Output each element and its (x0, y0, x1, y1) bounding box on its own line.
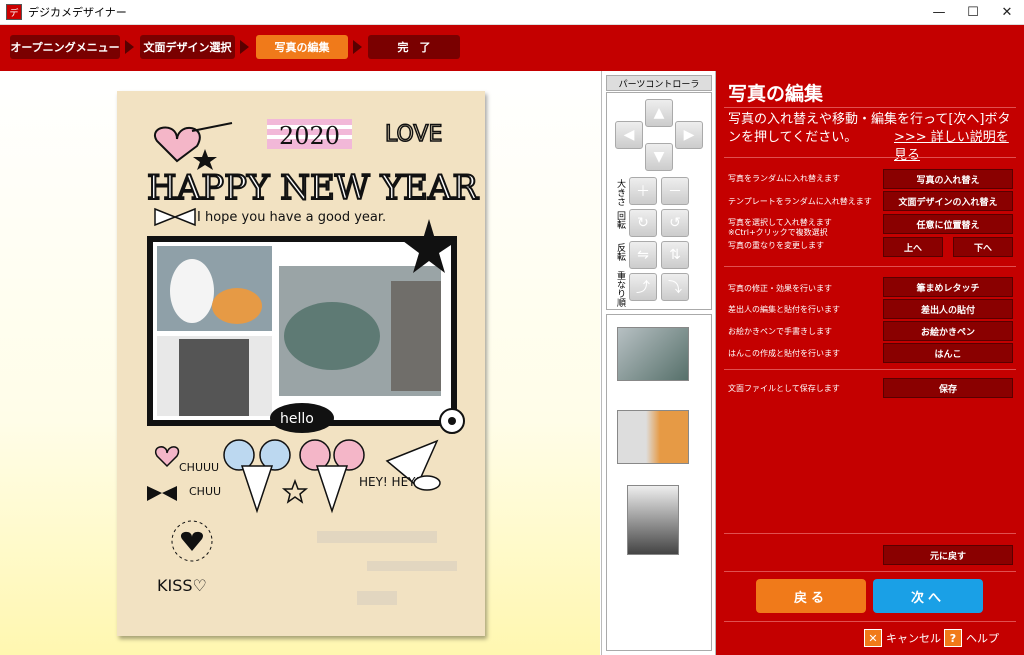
divider (724, 533, 1016, 534)
shrink-icon[interactable]: － (661, 177, 689, 205)
step-arrow-icon (240, 40, 249, 54)
bow-icon (147, 486, 177, 501)
divider (724, 157, 1016, 158)
flip-horizontal-icon[interactable]: ⇋ (629, 241, 657, 269)
bring-forward-icon[interactable]: ⤴ (629, 273, 657, 301)
help-label: ヘルプ (966, 632, 999, 645)
step-bar: オープニングメニュー 文面デザイン選択 写真の編集 完 了 (0, 25, 1024, 71)
arrow-icon (191, 122, 233, 132)
next-button[interactable]: 次へ (873, 579, 983, 613)
title-bar: デ デジカメデザイナー — ☐ ✕ (0, 0, 1024, 25)
row-label-save: 文面ファイルとして保存します (728, 384, 840, 393)
card-artwork: 2020 LOVE HAPPY NEW YEAR I hope you have… (146, 119, 480, 605)
parts-controller-title: パーツコントローラ (606, 75, 712, 91)
divider (724, 266, 1016, 267)
love-text: LOVE (385, 122, 442, 147)
cancel-label: キャンセル (886, 632, 941, 645)
chuuu-text-2: CHUU (189, 485, 221, 498)
new-year-card[interactable]: 2020 LOVE HAPPY NEW YEAR I hope you have… (117, 91, 485, 636)
happy-new-year-text: HAPPY NEW YEAR (147, 168, 479, 208)
help-icon: ? (944, 629, 962, 647)
cancel-link[interactable]: ✕ キャンセル (864, 629, 941, 647)
row-label-pen: お絵かきペンで手書きします (728, 327, 832, 336)
parts-controls: ▲ ◀ ▶ ▼ 大きさ ＋ － 回転 ↻ ↺ 反転 ⇋ ⇅ 重なり順 ⤴ ⤵ (606, 92, 712, 310)
move-left-icon[interactable]: ◀ (615, 121, 643, 149)
swap-design-button[interactable]: 文面デザインの入れ替え (883, 191, 1013, 211)
step-photo-edit[interactable]: 写真の編集 (256, 35, 348, 59)
kiss-text: KISS♡ (157, 576, 207, 595)
panel-description: 写真の入れ替えや移動・編集を行って[次へ]ボタンを押してください。 >>> 詳し… (728, 111, 1020, 163)
lips-icon (413, 475, 441, 491)
step-complete[interactable]: 完 了 (368, 35, 460, 59)
size-label: 大きさ (615, 179, 625, 206)
row-label-random-photos: 写真をランダムに入れ替えます (728, 174, 840, 183)
divider (724, 107, 1016, 108)
chuuu-text-1: CHUUU (179, 461, 219, 474)
help-detail-link[interactable]: >>> 詳しい説明を見る (894, 129, 1020, 165)
move-up-icon[interactable]: ▲ (645, 99, 673, 127)
order-label: 重なり順 (615, 271, 625, 307)
heart-icon (154, 126, 201, 163)
move-right-icon[interactable]: ▶ (675, 121, 703, 149)
flip-label: 反転 (615, 243, 625, 261)
row-label-sender: 差出人の編集と貼付を行います (728, 305, 840, 314)
design-canvas: 2020 LOVE HAPPY NEW YEAR I hope you have… (0, 71, 600, 655)
step-arrow-icon (353, 40, 362, 54)
window-title: デジカメデザイナー (28, 6, 127, 19)
back-button[interactable]: 戻る (756, 579, 866, 613)
row-label-stamp: はんこの作成と貼付を行います (728, 349, 840, 358)
row-label-random-template: テンプレートをランダムに入れ替えます (728, 197, 872, 206)
parts-controller-panel: パーツコントローラ ▲ ◀ ▶ ▼ 大きさ ＋ － 回転 ↻ ↺ 反転 ⇋ ⇅ … (601, 71, 716, 655)
rotate-left-icon[interactable]: ↺ (661, 209, 689, 237)
swap-photos-button[interactable]: 写真の入れ替え (883, 169, 1013, 189)
step-opening-menu[interactable]: オープニングメニュー (10, 35, 120, 59)
rotate-label: 回転 (615, 211, 625, 229)
row-label-select-swap: 写真を選択して入れ替えます (728, 218, 832, 227)
minimize-button[interactable]: — (922, 0, 956, 24)
star-icon (193, 149, 217, 170)
divider (724, 621, 1016, 622)
move-down-icon[interactable]: ▼ (645, 143, 673, 171)
row-label-retouch: 写真の修正・効果を行います (728, 284, 832, 293)
layer-up-button[interactable]: 上へ (883, 237, 943, 257)
small-heart-icon (154, 446, 180, 468)
ribbon-icon (154, 207, 196, 227)
maximize-button[interactable]: ☐ (956, 0, 990, 24)
row-label-select-swap-note: ※Ctrl+クリックで複数選択 (728, 228, 828, 237)
hello-text: hello (280, 411, 314, 427)
step-design-select[interactable]: 文面デザイン選択 (140, 35, 235, 59)
app-icon: デ (6, 4, 22, 20)
step-arrow-icon (125, 40, 134, 54)
layer-down-button[interactable]: 下へ (953, 237, 1013, 257)
save-button[interactable]: 保存 (883, 378, 1013, 398)
photo-thumbnail-list (606, 314, 712, 651)
panel-title: 写真の編集 (728, 83, 824, 105)
drawing-pen-button[interactable]: お絵かきペン (883, 321, 1013, 341)
edit-side-panel: 写真の編集 写真の入れ替えや移動・編集を行って[次へ]ボタンを押してください。 … (716, 71, 1024, 655)
divider (724, 369, 1016, 370)
thumbnail-photo-2[interactable] (617, 410, 689, 464)
rotate-right-icon[interactable]: ↻ (629, 209, 657, 237)
thumbnail-photo-3[interactable] (627, 485, 679, 555)
send-backward-icon[interactable]: ⤵ (661, 273, 689, 301)
help-link[interactable]: ? ヘルプ (944, 629, 999, 647)
stamp-button[interactable]: はんこ (883, 343, 1013, 363)
close-button[interactable]: ✕ (990, 0, 1024, 24)
cancel-icon: ✕ (864, 629, 882, 647)
divider (724, 571, 1016, 572)
arrange-button[interactable]: 任意に位置替え (883, 214, 1013, 234)
sender-address-blur (317, 531, 437, 543)
enlarge-icon[interactable]: ＋ (629, 177, 657, 205)
thumbnail-photo-1[interactable] (617, 327, 689, 381)
undo-button[interactable]: 元に戻す (883, 545, 1013, 565)
retouch-button[interactable]: 筆まめレタッチ (883, 277, 1013, 297)
small-star-icon (281, 478, 309, 504)
sender-paste-button[interactable]: 差出人の貼付 (883, 299, 1013, 319)
hey-text: HEY! HEY! (359, 475, 420, 489)
year-text: 2020 (279, 122, 340, 150)
flip-vertical-icon[interactable]: ⇅ (661, 241, 689, 269)
row-label-overlap: 写真の重なりを変更します (728, 241, 824, 250)
greeting-text: I hope you have a good year. (197, 210, 386, 225)
